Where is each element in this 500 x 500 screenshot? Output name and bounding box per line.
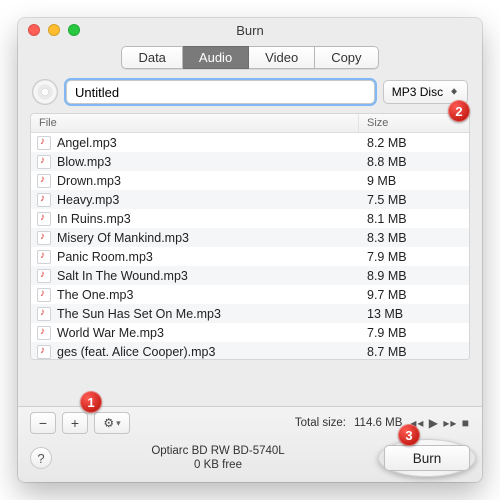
file-name: World War Me.mp3 [57,326,164,340]
music-file-icon [37,307,51,321]
table-row[interactable]: ges (feat. Alice Cooper).mp3 8.7 MB [31,342,469,359]
table-row[interactable]: The Sun Has Set On Me.mp3 13 MB [31,304,469,323]
file-size: 7.5 MB [359,193,469,207]
drive-info: Optiarc BD RW BD-5740L 0 KB free [52,444,384,472]
table-body: Angel.mp3 8.2 MB Blow.mp3 8.8 MB Drown.mp3 9 … [31,133,469,359]
table-row[interactable]: The One.mp3 9.7 MB [31,285,469,304]
file-name: In Ruins.mp3 [57,212,131,226]
table-row[interactable]: Drown.mp3 9 MB [31,171,469,190]
table-row[interactable]: Salt In The Wound.mp3 8.9 MB [31,266,469,285]
table-row[interactable]: Misery Of Mankind.mp3 8.3 MB [31,228,469,247]
stop-button[interactable]: ■ [462,416,470,430]
transport-controls: ◂◂ ▶ ▸▸ ■ [410,416,470,430]
drive-free: 0 KB free [52,458,384,472]
file-name: Misery Of Mankind.mp3 [57,231,189,245]
table-row[interactable]: Panic Room.mp3 7.9 MB [31,247,469,266]
music-file-icon [37,326,51,340]
callout-2: 2 [448,100,470,122]
table-row[interactable]: In Ruins.mp3 8.1 MB [31,209,469,228]
remove-button[interactable]: − [30,412,56,434]
file-name: The Sun Has Set On Me.mp3 [57,307,221,321]
music-file-icon [37,269,51,283]
forward-button[interactable]: ▸▸ [443,416,457,430]
burn-button[interactable]: Burn [384,445,470,471]
file-size: 8.7 MB [359,345,469,359]
file-name: Heavy.mp3 [57,193,119,207]
file-table: File Size Angel.mp3 8.2 MB Blow.mp3 8.8 MB D… [30,113,470,360]
music-file-icon [37,250,51,264]
table-row[interactable]: World War Me.mp3 7.9 MB [31,323,469,342]
stepper-icon: ▲▼ [449,89,459,96]
minimize-icon[interactable] [48,24,60,36]
app-window: Burn Data Audio Video Copy MP3 Disc ▲▼ F… [18,18,482,482]
table-row[interactable]: Blow.mp3 8.8 MB [31,152,469,171]
close-icon[interactable] [28,24,40,36]
file-name: The One.mp3 [57,288,133,302]
file-name: Drown.mp3 [57,174,121,188]
music-file-icon [37,136,51,150]
file-size: 9.7 MB [359,288,469,302]
music-file-icon [37,288,51,302]
music-file-icon [37,345,51,359]
col-file[interactable]: File [31,114,359,132]
tab-audio[interactable]: Audio [183,46,249,69]
music-file-icon [37,231,51,245]
file-size: 8.1 MB [359,212,469,226]
music-file-icon [37,212,51,226]
file-size: 8.2 MB [359,136,469,150]
titlebar: Burn [18,18,482,42]
tab-data[interactable]: Data [121,46,182,69]
file-name: Salt In The Wound.mp3 [57,269,188,283]
drive-name: Optiarc BD RW BD-5740L [52,444,384,458]
table-header: File Size [31,114,469,133]
file-name: ges (feat. Alice Cooper).mp3 [57,345,215,359]
add-button[interactable]: + [62,412,88,434]
file-size: 7.9 MB [359,326,469,340]
file-size: 8.3 MB [359,231,469,245]
callout-1: 1 [80,391,102,413]
file-size: 13 MB [359,307,469,321]
table-row[interactable]: Heavy.mp3 7.5 MB [31,190,469,209]
total-size-label: Total size: [295,417,346,429]
callout-3: 3 [398,424,420,446]
file-name: Blow.mp3 [57,155,111,169]
play-button[interactable]: ▶ [429,416,439,430]
file-size: 9 MB [359,174,469,188]
music-file-icon [37,193,51,207]
table-row[interactable]: Angel.mp3 8.2 MB [31,133,469,152]
music-file-icon [37,155,51,169]
file-size: 7.9 MB [359,250,469,264]
mode-tabs: Data Audio Video Copy [121,46,378,69]
window-controls [28,24,80,36]
file-size: 8.8 MB [359,155,469,169]
tab-video[interactable]: Video [249,46,315,69]
file-name: Panic Room.mp3 [57,250,153,264]
zoom-icon[interactable] [68,24,80,36]
file-size: 8.9 MB [359,269,469,283]
tab-copy[interactable]: Copy [315,46,378,69]
disc-icon [32,79,58,105]
disc-name-input[interactable] [66,80,375,104]
help-button[interactable]: ? [30,447,52,469]
window-title: Burn [236,23,263,38]
settings-button[interactable] [94,412,130,434]
disc-type-label: MP3 Disc [392,85,443,99]
music-file-icon [37,174,51,188]
file-name: Angel.mp3 [57,136,117,150]
total-size-value: 114.6 MB [354,417,402,429]
